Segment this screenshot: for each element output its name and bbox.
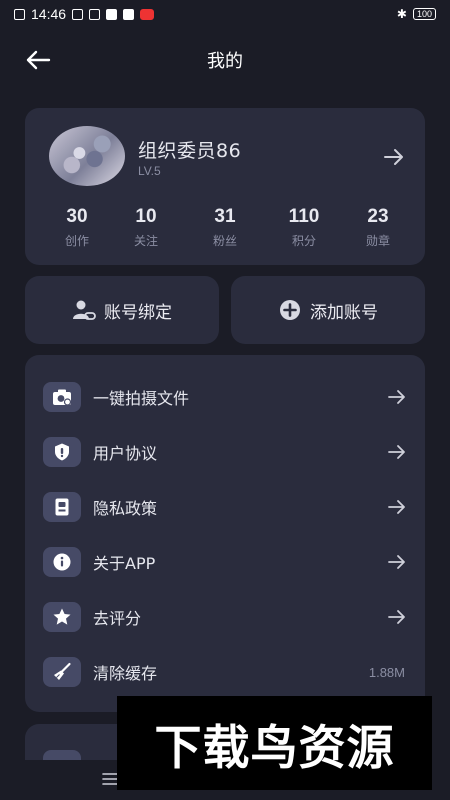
stat-value: 23: [367, 206, 389, 227]
menu-item-user-agreement[interactable]: 用户协议: [25, 425, 425, 479]
mail-icon: [123, 8, 135, 20]
stat-following[interactable]: 10 关注: [116, 206, 176, 249]
arrow-right-icon: [388, 390, 405, 404]
menu-item-label: 清除缓存: [93, 664, 158, 683]
bind-account-label: 账号绑定: [104, 302, 172, 323]
status-time: 14:46: [31, 6, 67, 22]
menu-item-label: 关于APP: [93, 554, 156, 573]
page-title: 我的: [207, 51, 243, 72]
add-account-button[interactable]: 添加账号: [231, 276, 425, 344]
app-badge-icon: [140, 8, 155, 20]
menu-item-label: 用户协议: [93, 444, 158, 463]
shield-icon: [43, 437, 81, 467]
stat-label: 粉丝: [212, 234, 237, 248]
arrow-right-icon: [388, 555, 405, 569]
arrow-right-icon: [388, 445, 405, 459]
app-notification-icon: [106, 8, 118, 20]
watermark: 下载鸟资源: [117, 696, 432, 790]
notification-icon: [72, 8, 84, 20]
usb-icon: [89, 8, 101, 20]
battery-icon: 100: [412, 8, 436, 20]
avatar[interactable]: [49, 126, 125, 186]
plus-circle-icon: [280, 300, 300, 320]
info-icon: [43, 547, 81, 577]
stat-value: 31: [214, 206, 236, 227]
camera-icon: [43, 382, 81, 412]
stats-row: 30 创作 10 关注 31 粉丝 110 积分 23 勋章: [25, 206, 425, 250]
bind-account-button[interactable]: 账号绑定: [25, 276, 219, 344]
stat-label: 勋章: [365, 234, 390, 248]
stat-label: 创作: [64, 234, 89, 248]
document-icon: [43, 492, 81, 522]
back-button[interactable]: [22, 46, 54, 74]
status-bar: 14:46 ✱ 100: [0, 0, 450, 28]
menu-icon[interactable]: [102, 772, 118, 786]
user-level: LV.5: [138, 164, 161, 178]
menu-item-privacy-policy[interactable]: 隐私政策: [25, 480, 425, 534]
menu-item-label: 一键拍摄文件: [93, 389, 190, 408]
menu-item-label: 去评分: [93, 609, 142, 628]
user-link-icon: [73, 300, 96, 320]
arrow-right-icon: [388, 610, 405, 624]
add-account-label: 添加账号: [310, 302, 378, 323]
stat-value: 30: [66, 206, 88, 227]
stat-label: 关注: [133, 234, 158, 248]
menu-item-scan-document[interactable]: 一键拍摄文件: [25, 370, 425, 424]
broom-icon: [43, 657, 81, 687]
arrow-left-icon: [26, 50, 51, 70]
page-header: 我的: [0, 40, 450, 80]
stat-points[interactable]: 110 积分: [274, 206, 334, 249]
stat-label: 积分: [291, 234, 316, 248]
stat-fans[interactable]: 31 粉丝: [195, 206, 255, 249]
settings-menu: 一键拍摄文件 用户协议 隐私政策 关于APP 去评分 清除缓存 1.88M: [25, 355, 425, 712]
sim-icon: [14, 8, 25, 20]
star-icon: [43, 602, 81, 632]
watermark-text: 下载鸟资源: [154, 720, 395, 776]
arrow-right-icon: [388, 500, 405, 514]
stat-value: 10: [135, 206, 157, 227]
menu-item-label: 隐私政策: [93, 499, 158, 518]
stat-medals[interactable]: 23 勋章: [348, 206, 408, 249]
cache-size: 1.88M: [368, 664, 405, 680]
bluetooth-icon: ✱: [396, 7, 407, 21]
stat-value: 110: [288, 206, 320, 227]
menu-item-about-app[interactable]: 关于APP: [25, 535, 425, 589]
username: 组织委员86: [138, 140, 242, 162]
arrow-right-icon[interactable]: [383, 146, 405, 168]
stat-works[interactable]: 30 创作: [47, 206, 107, 249]
menu-item-rate-app[interactable]: 去评分: [25, 590, 425, 644]
profile-card[interactable]: 组织委员86 LV.5 30 创作 10 关注 31 粉丝 110 积分 23 …: [25, 108, 425, 265]
menu-item-clear-cache[interactable]: 清除缓存 1.88M: [25, 645, 425, 699]
